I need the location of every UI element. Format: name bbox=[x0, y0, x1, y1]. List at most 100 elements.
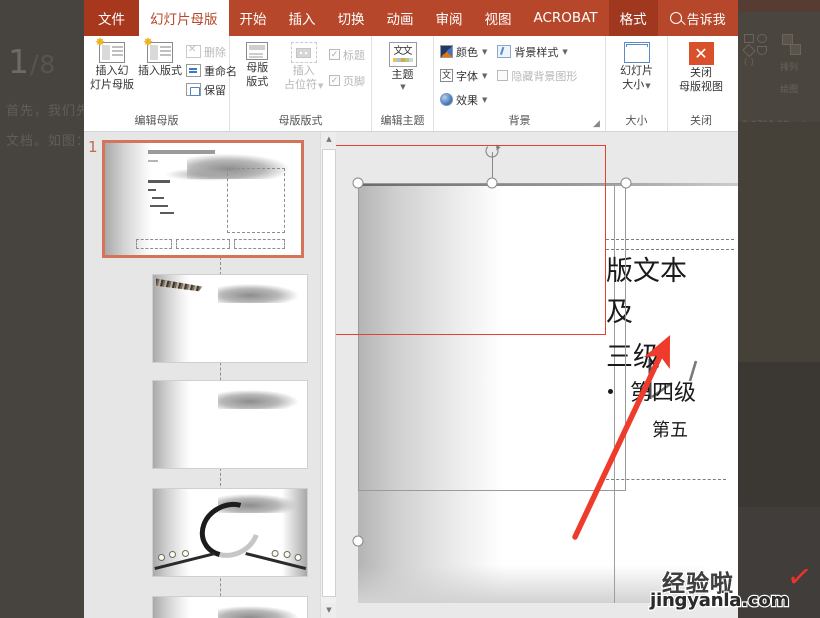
placeholder-level-5[interactable]: 第五 bbox=[652, 416, 688, 446]
ink-fan-illustration bbox=[245, 434, 298, 465]
hide-background-graphics-row[interactable]: ✓ 隐藏背景图形 bbox=[497, 66, 577, 85]
slide-master-thumbnail[interactable] bbox=[102, 140, 304, 258]
footer-checkbox-label: 页脚 bbox=[343, 74, 365, 88]
background-arrange-icon-b bbox=[790, 44, 801, 55]
footer-checkbox[interactable]: ✓ bbox=[329, 75, 340, 86]
tab-slide-master[interactable]: 幻灯片母版 bbox=[139, 0, 229, 36]
delete-icon bbox=[186, 44, 201, 58]
body-placeholder-bottom-border bbox=[606, 479, 726, 480]
tab-transitions[interactable]: 切换 bbox=[327, 0, 376, 36]
insert-slide-master-button[interactable]: ✸ 插入幻 灯片母版 bbox=[90, 35, 134, 91]
background-shape-row-2 bbox=[742, 43, 767, 58]
title-checkbox-row[interactable]: ✓ 标题 bbox=[329, 45, 365, 64]
fonts-button[interactable]: 文 字体 ▼ bbox=[440, 66, 487, 85]
background-rect-shape-icon bbox=[744, 34, 754, 43]
layout-icon: ✸ bbox=[143, 36, 173, 63]
background-styles-icon bbox=[497, 45, 512, 58]
thumb-body-line-2 bbox=[148, 188, 156, 192]
tab-file[interactable]: 文件 bbox=[84, 0, 139, 36]
thumbnail-pane-scrollbar[interactable]: ▲ ▼ bbox=[320, 132, 336, 618]
placeholder-level-2a[interactable]: 版文本 bbox=[606, 257, 687, 287]
placeholder-level-4[interactable]: 第四级 bbox=[630, 379, 696, 409]
placeholder-level-2b[interactable]: 及 bbox=[606, 298, 633, 328]
rotate-handle[interactable] bbox=[484, 143, 501, 160]
thumb-footer-left-box bbox=[136, 239, 172, 250]
preserve-icon bbox=[186, 83, 201, 96]
thumb-body-line-3 bbox=[152, 196, 164, 200]
ribbon-group-close: ✕ 关闭 母版视图 关闭 bbox=[668, 36, 734, 131]
work-area: 1 ▲ ▼ 版文本 及 三级 第四级 第五 bbox=[84, 132, 738, 618]
chevron-down-icon[interactable]: ▼ bbox=[400, 83, 405, 91]
group-label-size: 大小 bbox=[625, 114, 648, 127]
plum-branch-right bbox=[244, 549, 306, 573]
ink-wash-left bbox=[153, 597, 190, 618]
tab-home[interactable]: 开始 bbox=[229, 0, 278, 36]
insert-layout-button[interactable]: ✸ 插入版式 bbox=[138, 36, 182, 77]
layout-thumbnail-fan[interactable] bbox=[152, 380, 308, 469]
starburst-icon: ✸ bbox=[95, 35, 106, 49]
ribbon: ✸ 插入幻 灯片母版 ✸ 插入版式 删除 重命名 bbox=[84, 36, 738, 132]
tab-review[interactable]: 审阅 bbox=[425, 0, 474, 36]
slide-ink-wash-bottom bbox=[358, 565, 706, 603]
tab-animations[interactable]: 动画 bbox=[376, 0, 425, 36]
ink-mountain bbox=[217, 605, 298, 618]
background-drawing-group-label: 绘图 bbox=[780, 85, 799, 95]
title-checkbox[interactable]: ✓ bbox=[329, 49, 340, 60]
effects-button[interactable]: 效果 ▼ bbox=[440, 90, 487, 109]
background-dialog-launcher[interactable]: ◢ bbox=[593, 120, 602, 129]
insert-slide-master-label-1: 插入幻 bbox=[95, 64, 129, 77]
hide-background-graphics-checkbox[interactable]: ✓ bbox=[497, 70, 509, 81]
placeholder-level-3[interactable]: 三级 bbox=[606, 343, 660, 373]
scrollbar-thumb[interactable] bbox=[322, 149, 336, 597]
background-text-line-2: 文档。如图： bbox=[6, 134, 91, 149]
close-master-view-label-2: 母版视图 bbox=[679, 80, 723, 93]
colors-icon bbox=[440, 45, 453, 58]
scroll-down-button[interactable]: ▼ bbox=[321, 603, 336, 618]
footer-checkbox-row[interactable]: ✓ 页脚 bbox=[329, 71, 365, 90]
tab-acrobat[interactable]: ACROBAT bbox=[523, 0, 609, 36]
tab-format[interactable]: 格式 bbox=[608, 0, 658, 36]
tell-me-search[interactable]: 告诉我 bbox=[658, 0, 726, 36]
group-label-master-layout: 母版版式 bbox=[278, 114, 323, 127]
starburst-icon: ✸ bbox=[143, 35, 154, 49]
insert-placeholder-label-1: 插入 bbox=[292, 64, 315, 77]
layout-thumbnail-plain[interactable] bbox=[152, 596, 308, 618]
master-index-label: 1 bbox=[88, 138, 98, 156]
resize-handle-top-left[interactable] bbox=[352, 177, 364, 189]
slide-ink-wash-left bbox=[358, 183, 504, 603]
scroll-up-button[interactable]: ▲ bbox=[321, 132, 336, 147]
master-layout-button[interactable]: 母版 版式 bbox=[236, 39, 279, 88]
theme-button[interactable]: 文文 主题 ▼ bbox=[378, 39, 427, 91]
background-styles-button[interactable]: 背景样式 ▼ bbox=[497, 42, 577, 61]
resize-handle-top-center[interactable] bbox=[486, 177, 498, 189]
thumb-footer-right-box bbox=[234, 239, 286, 250]
insert-placeholder-button[interactable]: 插入 占位符▼ bbox=[283, 39, 326, 92]
ink-wash-left bbox=[105, 143, 153, 255]
ribbon-group-size: 幻灯片 大小▼ 大小 bbox=[606, 36, 668, 131]
resize-handle-top-right[interactable] bbox=[620, 177, 632, 189]
tab-insert[interactable]: 插入 bbox=[278, 0, 327, 36]
slide-size-button[interactable]: 幻灯片 大小▼ bbox=[612, 39, 661, 92]
thumb-right-placeholder-box bbox=[226, 167, 286, 233]
thumb-body-line-5 bbox=[159, 212, 174, 215]
ribbon-group-edit-theme: 文文 主题 ▼ 编辑主题 bbox=[372, 36, 434, 131]
master-layout-label-2: 版式 bbox=[246, 75, 269, 88]
chevron-down-icon: ▼ bbox=[482, 71, 488, 80]
group-label-edit-theme: 编辑主题 bbox=[380, 114, 425, 127]
layout-thumbnail-circle[interactable] bbox=[152, 488, 308, 577]
slide-master-surface[interactable]: 版文本 及 三级 第四级 第五 bbox=[358, 183, 738, 603]
background-theme-column: 颜色 ▼ 文 字体 ▼ 效果 ▼ bbox=[440, 39, 487, 109]
colors-button[interactable]: 颜色 ▼ bbox=[440, 42, 487, 61]
insert-layout-label: 插入版式 bbox=[138, 64, 182, 77]
tell-me-label: 告诉我 bbox=[686, 12, 726, 28]
fonts-icon: 文 bbox=[440, 69, 453, 82]
resize-handle-bottom-left[interactable] bbox=[352, 535, 364, 547]
background-styles-label: 背景样式 bbox=[514, 45, 559, 59]
close-master-view-button[interactable]: ✕ 关闭 母版视图 bbox=[675, 39, 727, 93]
tab-view[interactable]: 视图 bbox=[474, 0, 523, 36]
ink-mountain bbox=[217, 389, 298, 409]
slide-thumbnail-pane[interactable]: 1 ▲ ▼ bbox=[84, 132, 336, 618]
effects-label: 效果 bbox=[456, 93, 478, 107]
slide-editing-canvas[interactable]: 版文本 及 三级 第四级 第五 bbox=[336, 132, 738, 618]
layout-thumbnail-roof[interactable] bbox=[152, 274, 308, 363]
